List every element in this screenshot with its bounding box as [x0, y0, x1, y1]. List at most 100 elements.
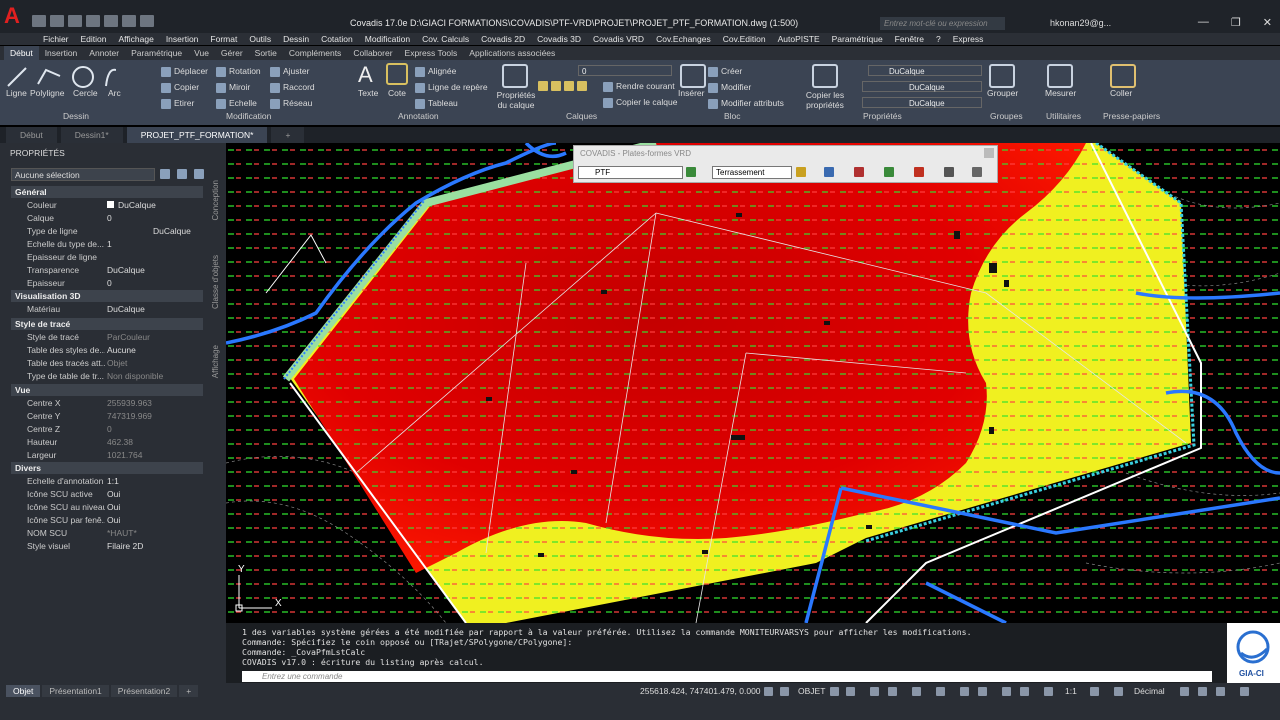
group-button[interactable]: Grouper — [987, 88, 1018, 98]
add-layout-button[interactable]: + — [179, 685, 199, 697]
tab-parametrique[interactable]: Paramétrique — [125, 46, 188, 60]
open-icon[interactable] — [50, 15, 64, 27]
group-title-utilitaires[interactable]: Utilitaires — [1046, 111, 1081, 121]
property-row[interactable]: Style visuel Filaire 2D — [11, 540, 203, 552]
selection-dropdown[interactable]: Aucune sélection — [11, 168, 155, 181]
property-row[interactable]: Calque 0 — [11, 212, 203, 224]
insert-button[interactable]: Insérer — [678, 88, 704, 98]
layout-tab-presentation2[interactable]: Présentation2 — [110, 685, 178, 697]
transparency-icon[interactable] — [1002, 687, 1011, 696]
stretch-button[interactable]: Etirer — [161, 98, 194, 109]
menu-item[interactable]: Cov.Echanges — [650, 33, 717, 45]
group-title-proprietes[interactable]: Propriétés — [863, 111, 902, 121]
property-row[interactable]: Icône SCU active Oui — [11, 488, 203, 500]
edit-attributes-button[interactable]: Modifier attributs — [708, 98, 784, 109]
polar-icon[interactable] — [888, 687, 897, 696]
search-input[interactable]: Entrez mot-clé ou expression — [880, 17, 1005, 30]
restore-icon[interactable]: ❐ — [1231, 16, 1241, 29]
property-row[interactable]: Icône SCU par fenê... Oui — [11, 514, 203, 526]
tab-applications[interactable]: Applications associées — [463, 46, 561, 60]
scale-button[interactable]: Echelle — [216, 98, 257, 109]
section-general[interactable]: Général — [11, 186, 203, 198]
layout-tab-objet[interactable]: Objet — [6, 685, 41, 697]
property-row[interactable]: Transparence DuCalque — [11, 264, 203, 276]
platform-dropdown[interactable]: PTF — [578, 166, 683, 179]
tab-gerer[interactable]: Gérer — [215, 46, 249, 60]
save-icon[interactable] — [68, 15, 82, 27]
aligned-button[interactable]: Alignée — [415, 66, 456, 77]
annotation-visibility-icon[interactable] — [1044, 687, 1053, 696]
layout-tab-presentation1[interactable]: Présentation1 — [42, 685, 109, 697]
osnap-tracking-icon[interactable] — [936, 687, 945, 696]
menu-item[interactable]: Covadis 2D — [475, 33, 531, 45]
layer-tool-icon[interactable] — [551, 80, 561, 91]
cursor-coordinates[interactable]: 255618.424, 747401.479, 0.000 — [640, 686, 761, 696]
tab-collaborer[interactable]: Collaborer — [347, 46, 398, 60]
paste-button[interactable]: Coller — [1110, 88, 1132, 98]
section-vue[interactable]: Vue — [11, 384, 203, 396]
color-dropdown[interactable]: DuCalque — [868, 65, 982, 76]
property-row[interactable]: NOM SCU *HAUT* — [11, 527, 203, 539]
match-properties-button[interactable]: Copier les propriétés — [800, 90, 850, 110]
model-space-toggle[interactable]: OBJET — [798, 686, 825, 696]
property-row[interactable]: Type de table de tr... Non disponible — [11, 370, 203, 382]
edit-block-button[interactable]: Modifier — [708, 82, 751, 93]
make-current-button[interactable]: Rendre courant — [603, 81, 675, 92]
close-icon[interactable] — [984, 148, 994, 158]
create-block-button[interactable]: Créer — [708, 66, 742, 77]
tab-complements[interactable]: Compléments — [283, 46, 347, 60]
redo-icon[interactable] — [140, 15, 154, 27]
leader-button[interactable]: Ligne de repère — [415, 82, 488, 93]
tab-annoter[interactable]: Annoter — [83, 46, 125, 60]
grid-display-icon[interactable] — [780, 687, 789, 696]
property-row[interactable]: Centre X 255939.963 — [11, 397, 203, 409]
tab-sortie[interactable]: Sortie — [249, 46, 283, 60]
measure-button[interactable]: Mesurer — [1045, 88, 1076, 98]
property-row[interactable]: Echelle d'annotation 1:1 — [11, 475, 203, 487]
menu-item[interactable]: Edition — [75, 33, 113, 45]
menu-item[interactable]: Express — [947, 33, 990, 45]
doc-tab-dessin1[interactable]: Dessin1* — [60, 127, 123, 143]
table-button[interactable]: Tableau — [415, 98, 458, 109]
group-title-bloc[interactable]: Bloc — [724, 111, 741, 121]
units-selector[interactable]: Décimal — [1134, 686, 1165, 696]
menu-item[interactable]: Modification — [359, 33, 416, 45]
group-title-dessin[interactable]: Dessin — [63, 111, 89, 121]
grid-icon[interactable] — [824, 167, 834, 177]
snap-icon[interactable] — [846, 687, 855, 696]
gear-icon[interactable] — [1090, 687, 1099, 696]
isodraft-icon[interactable] — [912, 687, 921, 696]
property-row[interactable]: Table des tracés att... Objet — [11, 357, 203, 369]
selection-cycling-icon[interactable] — [1020, 687, 1029, 696]
property-row[interactable]: Centre Z0 — [11, 423, 203, 435]
polyline-button[interactable]: Polyligne — [30, 88, 65, 98]
layer-tool-icon[interactable] — [577, 80, 587, 91]
property-row[interactable]: Couleur DuCalque — [11, 199, 203, 211]
menu-item[interactable]: Outils — [243, 33, 277, 45]
toggle-pickadd-icon[interactable] — [160, 169, 170, 179]
section-style-de-trace[interactable]: Style de tracé — [11, 318, 203, 330]
property-row[interactable]: Table des styles de... Aucune — [11, 344, 203, 356]
print-icon[interactable] — [104, 15, 118, 27]
close-icon[interactable]: ✕ — [1263, 16, 1272, 29]
layer-properties-button[interactable]: Propriétés du calque — [496, 90, 536, 110]
listing-icon[interactable] — [944, 167, 954, 177]
property-row[interactable]: Style de tracé ParCouleur — [11, 331, 203, 343]
menu-item[interactable]: Covadis 3D — [531, 33, 587, 45]
select-objects-icon[interactable] — [177, 169, 187, 179]
group-title-annotation[interactable]: Annotation — [398, 111, 439, 121]
doc-tab-projet[interactable]: PROJET_PTF_FORMATION* — [126, 127, 268, 143]
lineweight-icon[interactable] — [978, 687, 987, 696]
property-row[interactable]: Type de ligne DuCalque — [11, 225, 203, 237]
plus-icon[interactable] — [1114, 687, 1123, 696]
menu-item[interactable]: Fenêtre — [889, 33, 930, 45]
quick-properties-icon[interactable] — [1180, 687, 1189, 696]
copy-button[interactable]: Copier — [161, 82, 199, 93]
sort-icon[interactable] — [854, 167, 864, 177]
copy-layer-button[interactable]: Copier le calque — [603, 97, 677, 108]
section-visualisation-3d[interactable]: Visualisation 3D — [11, 290, 203, 302]
line-button[interactable]: Ligne — [6, 88, 27, 98]
tab-vue[interactable]: Vue — [188, 46, 215, 60]
fullscreen-icon[interactable] — [1216, 687, 1225, 696]
table-icon[interactable] — [884, 167, 894, 177]
